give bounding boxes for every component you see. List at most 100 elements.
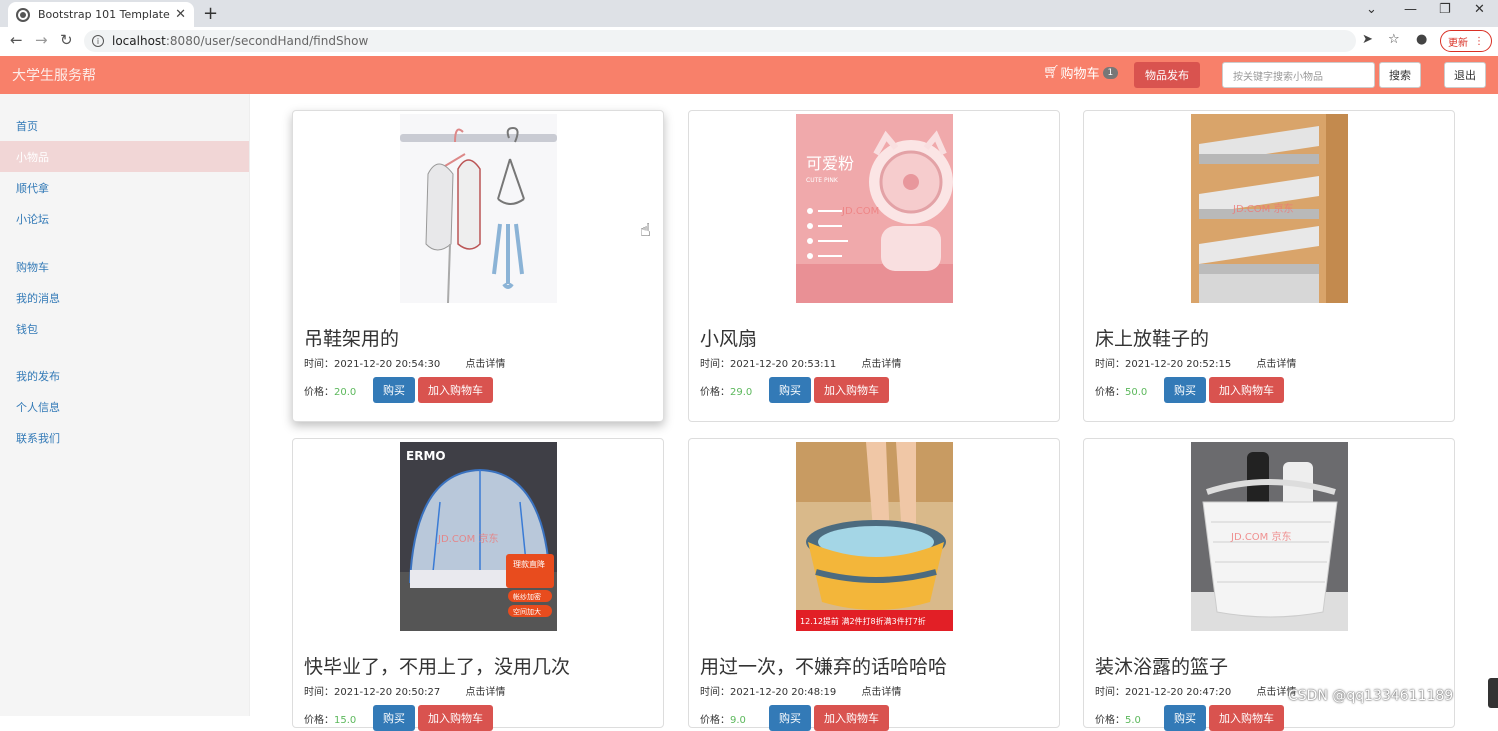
price-label: 价格： (1095, 387, 1125, 398)
product-meta: 时间：2021-12-20 20:54:30 点击详情 (304, 355, 505, 370)
product-image[interactable]: JD.COM 京东 (1191, 114, 1348, 303)
sidebar-item-my-posts[interactable]: 我的发布 (0, 360, 249, 391)
product-image[interactable] (400, 114, 557, 303)
tab-close-icon[interactable]: ✕ (175, 7, 186, 22)
fan-image-watermark: JD.COM (841, 206, 879, 217)
publish-button[interactable]: 物品发布 (1134, 62, 1200, 88)
shelf-image-watermark: JD.COM 京东 (1232, 202, 1294, 215)
product-title[interactable]: 装沐浴露的篮子 (1095, 652, 1228, 679)
chevron-down-icon[interactable]: ⌄ (1366, 2, 1377, 17)
product-title[interactable]: 小风扇 (700, 324, 757, 351)
price-label: 价格： (1095, 715, 1125, 726)
sidebar-item-contact[interactable]: 联系我们 (0, 422, 249, 453)
detail-link[interactable]: 点击详情 (1256, 359, 1296, 370)
product-time: 时间：2021-12-20 20:47:20 (1095, 687, 1232, 698)
product-title[interactable]: 用过一次，不嫌弃的话哈哈哈 (700, 652, 947, 679)
sidebar-item-messages[interactable]: 我的消息 (0, 282, 249, 313)
reload-icon[interactable]: ↻ (60, 31, 73, 49)
add-to-cart-button[interactable]: 加入购物车 (1209, 377, 1284, 403)
buy-button[interactable]: 购买 (769, 705, 811, 731)
product-image[interactable]: 12.12提前 满2件打8折满3件打7折 (796, 442, 953, 631)
add-to-cart-button[interactable]: 加入购物车 (1209, 705, 1284, 731)
product-time: 时间：2021-12-20 20:48:19 (700, 687, 837, 698)
browser-tab[interactable]: Bootstrap 101 Template ✕ (8, 2, 194, 27)
csdn-watermark: CSDN @qq1334611189 (1288, 688, 1454, 704)
price-value: 9.0 (730, 715, 746, 726)
profile-icon[interactable]: ● (1416, 32, 1427, 47)
minimize-icon[interactable]: — (1404, 2, 1417, 17)
scroll-handle[interactable] (1488, 678, 1498, 708)
buy-button[interactable]: 购买 (769, 377, 811, 403)
product-meta: 时间：2021-12-20 20:47:20 点击详情 (1095, 683, 1296, 698)
buy-button[interactable]: 购买 (1164, 377, 1206, 403)
price-value: 20.0 (334, 387, 357, 398)
product-title[interactable]: 床上放鞋子的 (1095, 324, 1209, 351)
price-label: 价格： (700, 715, 730, 726)
product-card[interactable]: 吊鞋架用的 时间：2021-12-20 20:54:30 点击详情 价格：20.… (292, 110, 664, 422)
add-to-cart-button[interactable]: 加入购物车 (418, 377, 493, 403)
product-card[interactable]: JD.COM 京东 装沐浴露的篮子 时间：2021-12-20 20:47:20… (1083, 438, 1455, 731)
product-image[interactable]: 可爱粉 CUTE PINK JD.COM (796, 114, 953, 303)
product-image[interactable]: JD.COM 京东 (1191, 442, 1348, 631)
price-value: 15.0 (334, 715, 357, 726)
net-image-watermark: JD.COM 京东 (437, 532, 499, 545)
buy-button[interactable]: 购买 (373, 705, 415, 731)
product-price: 价格：15.0 (304, 711, 356, 726)
address-bar[interactable]: i localhost:8080/user/secondHand/findSho… (84, 30, 1356, 52)
detail-link[interactable]: 点击详情 (465, 359, 505, 370)
product-card[interactable]: JD.COM 京东 床上放鞋子的 时间：2021-12-20 20:52:15 … (1083, 110, 1455, 422)
basket-image-watermark: JD.COM 京东 (1230, 530, 1292, 543)
cart-icon: 🛒︎ (1043, 65, 1060, 80)
tab-title: Bootstrap 101 Template (38, 8, 170, 21)
star-icon[interactable]: ☆ (1388, 32, 1400, 47)
sidebar-item-home[interactable]: 首页 (0, 110, 249, 141)
sidebar-item-forum[interactable]: 小论坛 (0, 203, 249, 234)
close-window-icon[interactable]: ✕ (1474, 2, 1485, 17)
sidebar-item-small-goods[interactable]: 小物品 (0, 141, 249, 172)
add-to-cart-button[interactable]: 加入购物车 (418, 705, 493, 731)
brand-logo[interactable]: 大学生服务帮 (12, 65, 96, 85)
sidebar-item-cart[interactable]: 购物车 (0, 251, 249, 282)
detail-link[interactable]: 点击详情 (861, 359, 901, 370)
send-icon[interactable]: ➤ (1362, 32, 1373, 47)
basin-image-banner: 12.12提前 满2件打8折满3件打7折 (800, 616, 926, 626)
detail-link[interactable]: 点击详情 (465, 687, 505, 698)
product-time: 时间：2021-12-20 20:54:30 (304, 359, 441, 370)
sidebar-item-wallet[interactable]: 钱包 (0, 313, 249, 344)
price-label: 价格： (304, 715, 334, 726)
add-to-cart-button[interactable]: 加入购物车 (814, 377, 889, 403)
detail-link[interactable]: 点击详情 (861, 687, 901, 698)
product-meta: 时间：2021-12-20 20:53:11 点击详情 (700, 355, 901, 370)
price-label: 价格： (700, 387, 730, 398)
product-card[interactable]: ERMO JD.COM 京东 理款直降 帐纱加密 空间加大 快毕业了，不用上了，… (292, 438, 664, 731)
add-to-cart-button[interactable]: 加入购物车 (814, 705, 889, 731)
forward-icon[interactable]: → (35, 31, 48, 49)
logout-button[interactable]: 退出 (1444, 62, 1486, 88)
product-card[interactable]: 可爱粉 CUTE PINK JD.COM 小风扇 时间：2021-12-20 2… (688, 110, 1060, 422)
browser-toolbar: ← → ↻ i localhost:8080/user/secondHand/f… (0, 27, 1498, 56)
update-label: 更新 (1448, 37, 1468, 49)
favicon-icon (16, 7, 30, 22)
net-image-tag-1: 理款直降 (513, 559, 545, 569)
cart-link[interactable]: 🛒︎ 购物车 1 (1043, 63, 1119, 82)
search-input[interactable]: 按关键字搜索小物品 (1222, 62, 1375, 88)
product-price: 价格：9.0 (700, 711, 746, 726)
product-card[interactable]: 12.12提前 满2件打8折满3件打7折 用过一次，不嫌弃的话哈哈哈 时间：20… (688, 438, 1060, 731)
buy-button[interactable]: 购买 (373, 377, 415, 403)
product-time: 时间：2021-12-20 20:52:15 (1095, 359, 1232, 370)
maximize-icon[interactable]: ❐ (1439, 2, 1451, 17)
update-button[interactable]: 更新 ⋮ (1440, 30, 1492, 52)
net-image-tag-3: 空间加大 (513, 607, 541, 616)
search-button[interactable]: 搜索 (1379, 62, 1421, 88)
product-title[interactable]: 快毕业了，不用上了，没用几次 (304, 652, 570, 679)
product-image[interactable]: ERMO JD.COM 京东 理款直降 帐纱加密 空间加大 (400, 442, 557, 631)
more-icon: ⋮ (1474, 35, 1484, 47)
product-title[interactable]: 吊鞋架用的 (304, 324, 399, 351)
new-tab-button[interactable]: + (203, 3, 218, 24)
sidebar-item-errand[interactable]: 顺代拿 (0, 172, 249, 203)
sidebar-item-profile[interactable]: 个人信息 (0, 391, 249, 422)
info-icon[interactable]: i (92, 35, 104, 47)
buy-button[interactable]: 购买 (1164, 705, 1206, 731)
price-value: 50.0 (1125, 387, 1148, 398)
back-icon[interactable]: ← (10, 31, 23, 49)
